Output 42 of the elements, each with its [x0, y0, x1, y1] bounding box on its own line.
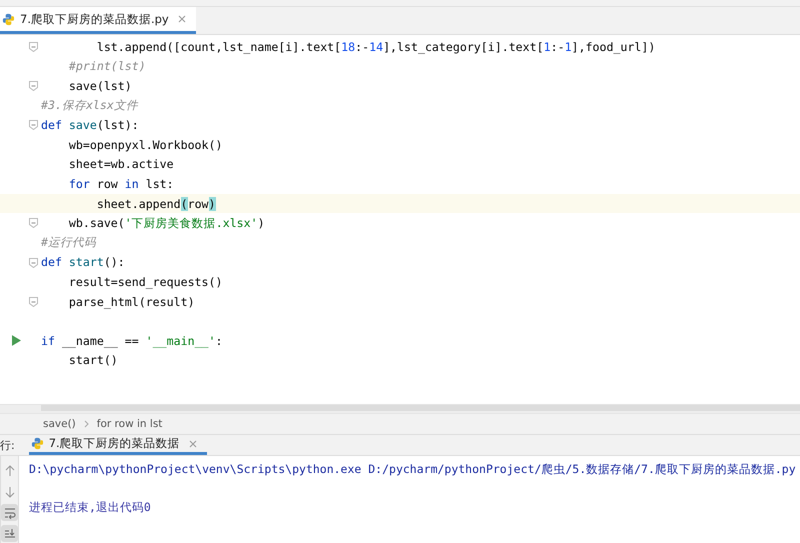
code-line: result=send_requests() [68, 274, 222, 289]
close-icon[interactable] [178, 15, 186, 23]
scroll-to-end-button[interactable] [1, 525, 18, 542]
scroll-to-end-icon [4, 528, 16, 540]
python-file-icon [30, 437, 44, 450]
soft-wrap-icon [4, 506, 16, 518]
python-file-icon [2, 12, 15, 26]
console-output-line: D:\pycharm\pythonProject\venv\Scripts\python.exe D:/pycharm/pythonProject/爬虫/5.数据存储/7.爬取下厨房的菜品数据.py [29, 462, 796, 476]
fold-marker-icon[interactable] [29, 42, 38, 52]
chevron-icon [84, 420, 89, 428]
code-line: wb=openpyxl.Workbook() [68, 138, 222, 152]
fold-marker-icon[interactable] [29, 81, 38, 92]
soft-wrap-button[interactable] [1, 504, 18, 521]
code-line: parse_html(result) [68, 294, 195, 309]
close-icon[interactable] [188, 440, 197, 448]
breadcrumb-item[interactable]: save() [43, 418, 76, 430]
fold-marker-icon[interactable] [29, 258, 38, 268]
editor-tab[interactable]: 7.爬取下厨房的菜品数据.py [0, 7, 196, 34]
code-line: #print(lst) [68, 59, 146, 74]
scrollbar[interactable] [41, 405, 800, 411]
code-line: #运行代码 [41, 235, 96, 250]
console-output-line: 进程已结束,退出代码0 [29, 500, 151, 514]
code-line: start() [68, 353, 118, 368]
code-line: #3.保存xlsx文件 [41, 98, 138, 114]
code-line: if __name__ == '__main__': [41, 334, 223, 348]
code-line: sheet.append(row) [96, 196, 216, 211]
code-line: for row in lst: [68, 176, 174, 191]
fold-marker-icon[interactable] [29, 218, 38, 228]
breadcrumb-item[interactable]: for row in lst [96, 418, 162, 430]
up-arrow-icon [4, 464, 16, 476]
code-line: sheet=wb.active [68, 157, 174, 172]
code-line: lst.append([count,lst_name[i].text[18:-14],lst_category[i].text[1:-1],food_url]) [96, 40, 656, 54]
fold-marker-icon[interactable] [29, 296, 38, 307]
code-line: def save(lst): [41, 118, 139, 132]
code-line: wb.save('下厨房美食数据.xlsx') [68, 216, 265, 231]
fold-marker-icon[interactable] [29, 120, 38, 130]
code-line: def start(): [41, 255, 125, 270]
code-line: save(lst) [68, 78, 132, 93]
run-tab[interactable]: 7.爬取下厨房的菜品数据 [28, 435, 207, 455]
down-arrow-icon [4, 486, 16, 498]
run-icon[interactable] [12, 334, 21, 346]
run-label: 行: [0, 438, 15, 452]
